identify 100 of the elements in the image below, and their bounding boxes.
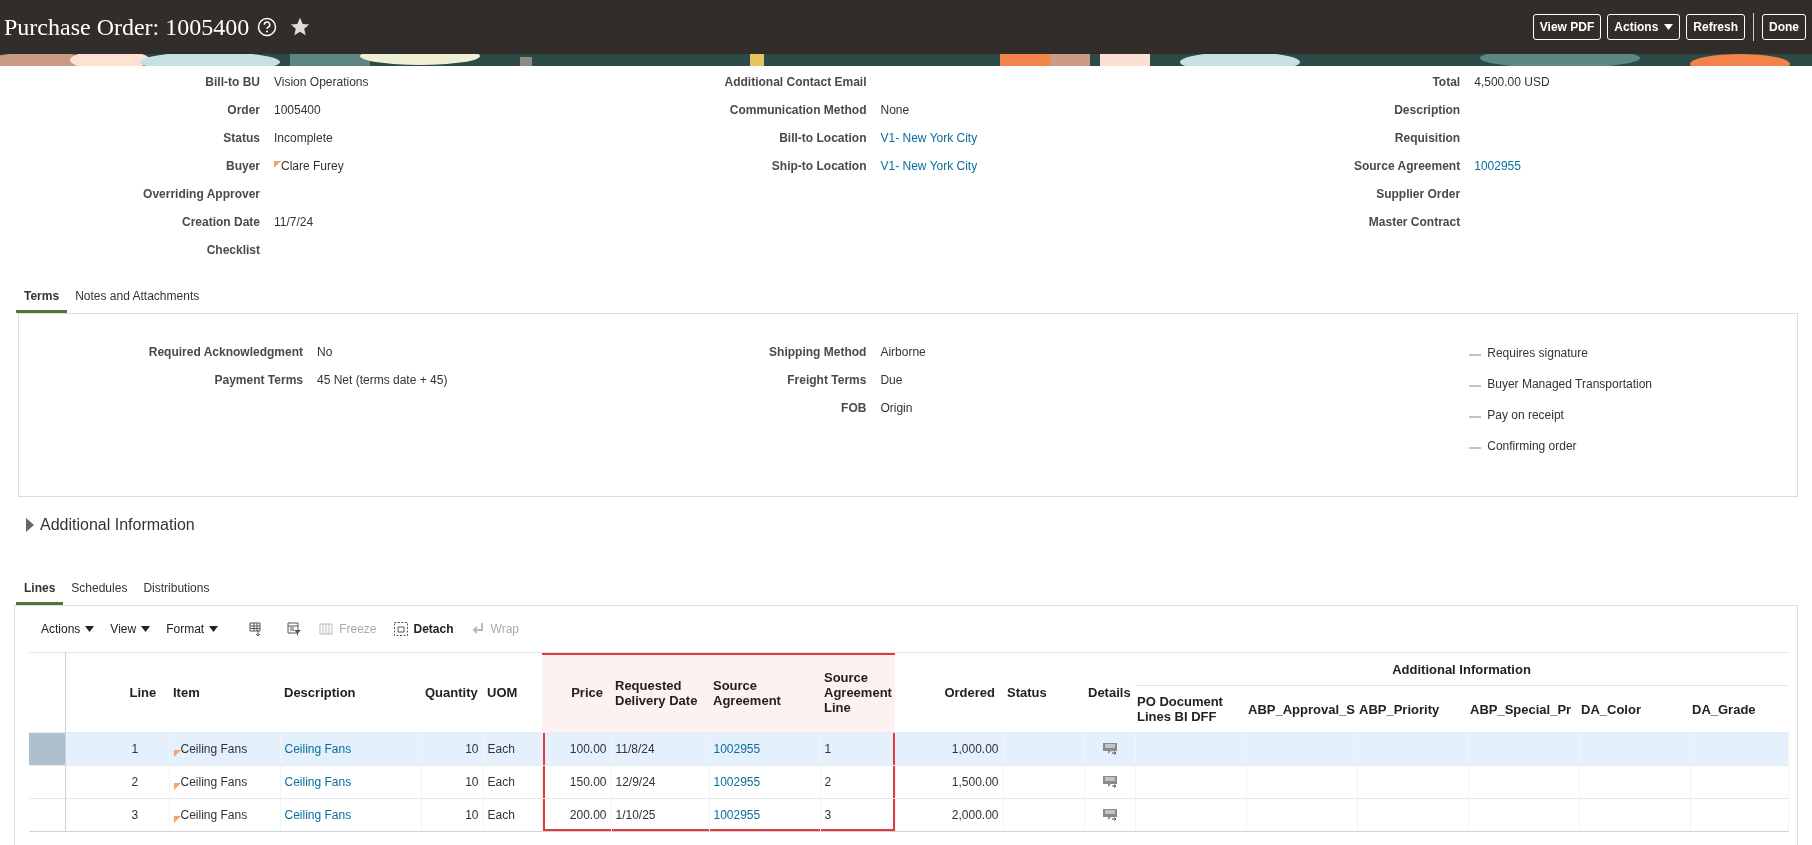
triangle-flag-icon <box>274 161 281 168</box>
column-header: Requested Delivery Date <box>611 652 709 733</box>
option-label: Confirming order <box>1487 439 1577 453</box>
table-cell: Ceiling Fans <box>180 775 248 789</box>
field-label: Payment Terms <box>213 372 303 389</box>
field-label: Required Acknowledgment <box>147 344 303 361</box>
help-icon[interactable] <box>257 17 278 37</box>
field-label: FOB <box>840 400 867 417</box>
field-label: Total <box>1431 74 1461 91</box>
tab[interactable]: Notes and Attachments <box>67 285 208 313</box>
tab[interactable]: Distributions <box>135 577 218 605</box>
field-label: Bill-to BU <box>204 74 260 91</box>
field-value: Clare Furey <box>281 158 344 175</box>
header-button[interactable]: Refresh <box>1686 14 1745 40</box>
field-value: Origin <box>880 400 913 417</box>
field-label: Status <box>222 130 260 147</box>
dashed-square-icon <box>392 621 409 637</box>
table-cell: 1,000.00 <box>951 742 999 756</box>
header-button[interactable]: View PDF <box>1532 14 1602 40</box>
field-label: Overriding Approver <box>142 186 260 203</box>
table-cell: 2 <box>824 775 832 789</box>
field-value: 11/7/24 <box>274 214 314 231</box>
comment-icon[interactable] <box>1101 775 1118 789</box>
field-label: Ship-to Location <box>770 158 867 175</box>
field-value: Vision Operations <box>274 74 369 91</box>
field-label: Description <box>1393 102 1461 119</box>
table-link[interactable]: 1002955 <box>713 775 761 789</box>
filter-icon <box>286 621 303 637</box>
field-label: Master Contract <box>1367 214 1461 231</box>
table-cell: Ceiling Fans <box>180 808 248 822</box>
table-link[interactable]: 1002955 <box>713 742 761 756</box>
caret-icon <box>209 626 219 632</box>
table-cell: 2,000.00 <box>951 808 999 822</box>
triangle-flag-icon <box>173 750 181 757</box>
column-header: Source Agreement Line <box>820 652 895 733</box>
column-group-header: Additional Information <box>1392 661 1531 677</box>
table-link[interactable]: Ceiling Fans <box>284 742 352 756</box>
actions-menu-button[interactable]: Actions <box>1607 14 1681 40</box>
option-label: Requires signature <box>1487 346 1588 360</box>
table-cell: Ceiling Fans <box>180 742 248 756</box>
column-header: Price <box>542 652 611 733</box>
field-label: Additional Contact Email <box>723 74 867 91</box>
field-link[interactable]: V1- New York City <box>880 124 978 152</box>
option-label: Pay on receipt <box>1487 408 1564 422</box>
table-link[interactable]: 1002955 <box>713 808 761 822</box>
header-button[interactable]: Done <box>1762 14 1806 40</box>
columns-icon <box>318 621 335 637</box>
menu-button[interactable]: Actions <box>39 620 97 638</box>
section-title[interactable]: Additional Information <box>40 516 195 534</box>
column-header: Source Agreement <box>709 652 820 733</box>
field-link[interactable]: 1002955 <box>1474 152 1521 180</box>
comment-icon[interactable] <box>1101 808 1118 822</box>
row-selector[interactable] <box>29 732 65 766</box>
field-link[interactable]: V1- New York City <box>880 152 978 180</box>
table-cell: 11/8/24 <box>615 742 655 756</box>
field-value: 4,500.00 USD <box>1474 74 1550 91</box>
field-value: 45 Net (terms date + 45) <box>317 372 448 389</box>
toolbar-button[interactable]: Detach <box>390 619 456 639</box>
menu-button[interactable]: Format <box>164 620 221 638</box>
field-label: Buyer <box>225 158 260 175</box>
field-label: Supplier Order <box>1375 186 1461 203</box>
field-label: Freight Terms <box>786 372 867 389</box>
table-cell: 100.00 <box>569 742 607 756</box>
table-cell: 1 <box>131 742 139 756</box>
caret-icon <box>85 626 95 632</box>
tab[interactable]: Schedules <box>63 577 136 605</box>
table-link[interactable]: Ceiling Fans <box>284 775 352 789</box>
comment-icon[interactable] <box>1101 742 1118 756</box>
tab[interactable]: Lines <box>16 577 64 605</box>
star-icon[interactable] <box>289 16 312 38</box>
tab[interactable]: Terms <box>16 285 68 313</box>
table-cell: 2 <box>131 775 139 789</box>
field-value: Airborne <box>880 344 926 361</box>
table-cell: 200.00 <box>569 808 607 822</box>
field-label: Requisition <box>1393 130 1461 147</box>
table-cell: 12/9/24 <box>615 775 656 789</box>
caret-right-icon[interactable] <box>25 518 34 532</box>
caret-icon <box>1664 24 1674 30</box>
field-label: Checklist <box>205 242 260 259</box>
table-link[interactable]: Ceiling Fans <box>284 808 352 822</box>
menu-button[interactable]: View <box>108 620 153 638</box>
field-value: No <box>317 344 333 361</box>
caret-icon <box>141 626 151 632</box>
field-value: Due <box>880 372 903 389</box>
table-cell: 1,500.00 <box>951 775 999 789</box>
table-cell: 10 <box>465 742 479 756</box>
field-label: Shipping Method <box>768 344 867 361</box>
field-value: Incomplete <box>274 130 333 147</box>
table-cell: Each <box>487 775 515 789</box>
triangle-flag-icon <box>173 783 181 790</box>
field-label: Bill-to Location <box>778 130 867 147</box>
field-label: Creation Date <box>180 214 260 231</box>
page-title: Purchase Order: 1005400 <box>4 13 250 41</box>
table-cell: 10 <box>465 808 479 822</box>
table-cell: 3 <box>131 808 139 822</box>
table-cell: Each <box>487 808 515 822</box>
table-cell: 1/10/25 <box>615 808 656 822</box>
table-cell: 1 <box>824 742 832 756</box>
table-cell: 150.00 <box>569 775 607 789</box>
option-label: Buyer Managed Transportation <box>1487 377 1652 391</box>
